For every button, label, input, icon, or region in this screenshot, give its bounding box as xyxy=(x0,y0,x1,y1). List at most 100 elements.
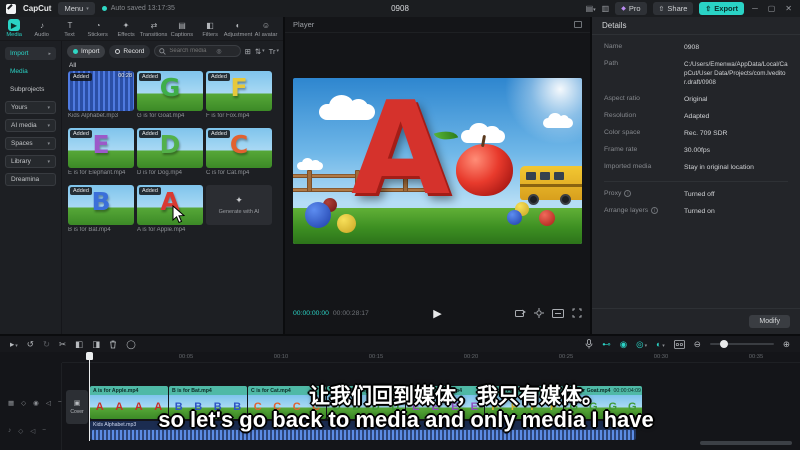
generate-with-ai-card[interactable]: ✦ Generate with AI xyxy=(206,185,272,239)
tab-text[interactable]: T Text xyxy=(56,19,84,38)
preview-axis-toggle[interactable]: ◐▾ xyxy=(656,339,665,349)
info-icon[interactable]: i xyxy=(624,190,632,197)
player-menu-icon[interactable] xyxy=(574,21,582,28)
fence-post xyxy=(307,170,312,192)
split-button[interactable]: ✂ xyxy=(59,339,66,350)
sort-button[interactable]: ⇅ ▾ xyxy=(255,47,265,56)
media-item-a[interactable]: Added A A is for Apple.mp4 xyxy=(137,185,203,239)
info-icon[interactable]: i xyxy=(651,207,659,214)
layout-toggle-icon[interactable]: ▤▾ xyxy=(586,4,596,13)
sidebar-item-dreamina[interactable]: Dreamina xyxy=(5,173,56,186)
filter-button[interactable]: Tr ▾ xyxy=(269,47,279,56)
titlebar: CapCut Menu ▾ Auto saved 13:17:35 0908 ▤▾… xyxy=(0,0,800,17)
media-item-d[interactable]: Added D D is for Dog.mp4 xyxy=(137,128,203,182)
pro-button[interactable]: ◆ Pro xyxy=(615,2,647,15)
media-item-c[interactable]: Added C C is for Cat.mp4 xyxy=(206,128,272,182)
undo-button[interactable]: ↺ xyxy=(27,339,34,350)
tab-effects[interactable]: ✦ Effects xyxy=(112,19,140,38)
ruler-tick: 00:10 xyxy=(273,354,289,360)
section-label-all[interactable]: All xyxy=(69,62,76,69)
track-collapse-icon[interactable]: − xyxy=(58,399,62,407)
letter-glyph: B xyxy=(91,187,111,216)
zoom-slider-knob[interactable] xyxy=(719,340,728,348)
sidebar-item-library[interactable]: Library ▾ xyxy=(5,155,56,168)
media-item-audio[interactable]: Added 00:28 Kids Alphabet.mp3 xyxy=(68,71,134,125)
tab-ai-avatar[interactable]: ☺ AI avatar xyxy=(252,19,280,38)
detail-row-resolution: Resolution Adapted xyxy=(604,112,710,120)
zoom-slider[interactable] xyxy=(709,340,774,348)
media-grid: Added 00:28 Kids Alphabet.mp3 Added G G … xyxy=(68,71,272,239)
media-item-f[interactable]: Added F F is for Fox.mp4 xyxy=(206,71,272,125)
sidebar-item-ai-media[interactable]: AI media ▾ xyxy=(5,119,56,132)
video-clip-a[interactable]: A is for Apple.mp4 AAAA xyxy=(90,386,168,419)
grid-view-icon[interactable]: ⊞ xyxy=(245,47,251,56)
import-button[interactable]: Import xyxy=(67,44,106,58)
media-item-b[interactable]: Added B B is for Bat.mp4 xyxy=(68,185,134,239)
cloud xyxy=(543,112,573,128)
tab-media[interactable]: ▶ Media xyxy=(0,19,28,38)
sidebar-item-spaces[interactable]: Spaces ▾ xyxy=(5,137,56,150)
tab-transitions[interactable]: ⇄ Transitions xyxy=(140,19,168,38)
track-collapse-icon[interactable]: − xyxy=(42,427,46,435)
menu-button[interactable]: Menu ▾ xyxy=(58,2,95,15)
track-mute-icon[interactable]: ◁ xyxy=(30,427,35,435)
tab-adjustment[interactable]: ◐ Adjustment xyxy=(224,19,253,38)
search-box[interactable]: ◎ xyxy=(154,45,241,57)
panel-toggle-icon[interactable]: ▥ xyxy=(602,4,610,13)
main-track-magnet-toggle[interactable]: ◉ xyxy=(620,339,627,350)
modify-button[interactable]: Modify xyxy=(749,315,790,328)
play-button[interactable]: ▶ xyxy=(433,307,441,320)
media-item-e[interactable]: Added E E is for Elephant.mp4 xyxy=(68,128,134,182)
subtitle-zh: 让我们回到媒体，我只有媒体。 xyxy=(309,385,603,408)
focus-icon[interactable] xyxy=(534,308,544,318)
sidebar-item-media[interactable]: Media xyxy=(5,65,56,78)
close-button[interactable]: ✕ xyxy=(783,4,794,13)
track-mute-icon[interactable]: ◁ xyxy=(46,399,51,407)
fullscreen-icon[interactable] xyxy=(572,308,582,318)
media-filename: F is for Fox.mp4 xyxy=(206,113,250,119)
minimize-button[interactable]: ─ xyxy=(750,4,760,13)
track-lock-icon[interactable]: ◇ xyxy=(21,399,26,407)
sidebar-item-import[interactable]: Import ▸ xyxy=(5,47,56,60)
detail-row-frame-rate: Frame rate 30.00fps xyxy=(604,146,711,154)
zoom-out-button[interactable]: ⊖ xyxy=(694,339,701,350)
export-button[interactable]: ⇧ Export xyxy=(699,2,745,15)
added-badge: Added xyxy=(70,73,92,81)
redo-button[interactable]: ↻ xyxy=(43,339,50,350)
select-tool[interactable]: ▸▾ xyxy=(10,339,18,350)
delete-button[interactable] xyxy=(109,340,117,349)
track-lock-icon[interactable]: ◇ xyxy=(18,427,23,435)
media-item-g[interactable]: Added G G is for Goat.mp4 xyxy=(137,71,203,125)
tab-stickers[interactable]: ◔ Stickers xyxy=(84,19,112,38)
timeline-scrollbar[interactable] xyxy=(700,441,792,445)
duration-badge: 00:28 xyxy=(118,73,132,79)
tab-captions[interactable]: ▤ Captions xyxy=(168,19,196,38)
render-preview-icon[interactable] xyxy=(673,339,685,349)
sidebar-item-subprojects[interactable]: Subprojects xyxy=(5,83,56,96)
tab-audio[interactable]: ♪ Audio xyxy=(28,19,56,38)
quality-icon[interactable] xyxy=(552,308,564,318)
track-hide-icon[interactable]: ◉ xyxy=(33,399,39,407)
trim-right-button[interactable]: ◨ xyxy=(92,339,100,350)
record-icon xyxy=(115,48,121,54)
cover-button[interactable]: ▣ Cover xyxy=(66,390,88,424)
mirror-button[interactable]: ◯ xyxy=(126,339,136,350)
trim-left-button[interactable]: ◧ xyxy=(75,339,83,350)
record-button[interactable]: Record xyxy=(109,44,151,58)
tab-filters[interactable]: ◧ Filters xyxy=(196,19,224,38)
video-canvas[interactable]: A xyxy=(293,78,582,244)
voiceover-mic-button[interactable] xyxy=(585,339,593,349)
player-panel: Player A 00:00:00:00 00:00:28:17 ▶ xyxy=(285,17,590,334)
share-button[interactable]: ⇧ Share xyxy=(652,2,694,15)
zoom-in-button[interactable]: ⊕ xyxy=(783,339,790,350)
search-input[interactable] xyxy=(169,48,214,54)
media-filename: E is for Elephant.mp4 xyxy=(68,170,126,176)
sidebar-item-yours[interactable]: Yours ▾ xyxy=(5,101,56,114)
sun-glare xyxy=(492,78,582,151)
auto-snap-toggle[interactable]: ⊷ xyxy=(602,339,611,350)
total-duration: 00:00:28:17 xyxy=(332,310,369,317)
maximize-button[interactable]: ▢ xyxy=(766,4,778,13)
link-toggle[interactable]: ◎▾ xyxy=(636,339,647,350)
flip-preview-icon[interactable] xyxy=(515,309,526,318)
timeline-ruler[interactable]: 00:05 00:10 00:15 00:20 00:25 00:30 00:3… xyxy=(62,352,800,363)
